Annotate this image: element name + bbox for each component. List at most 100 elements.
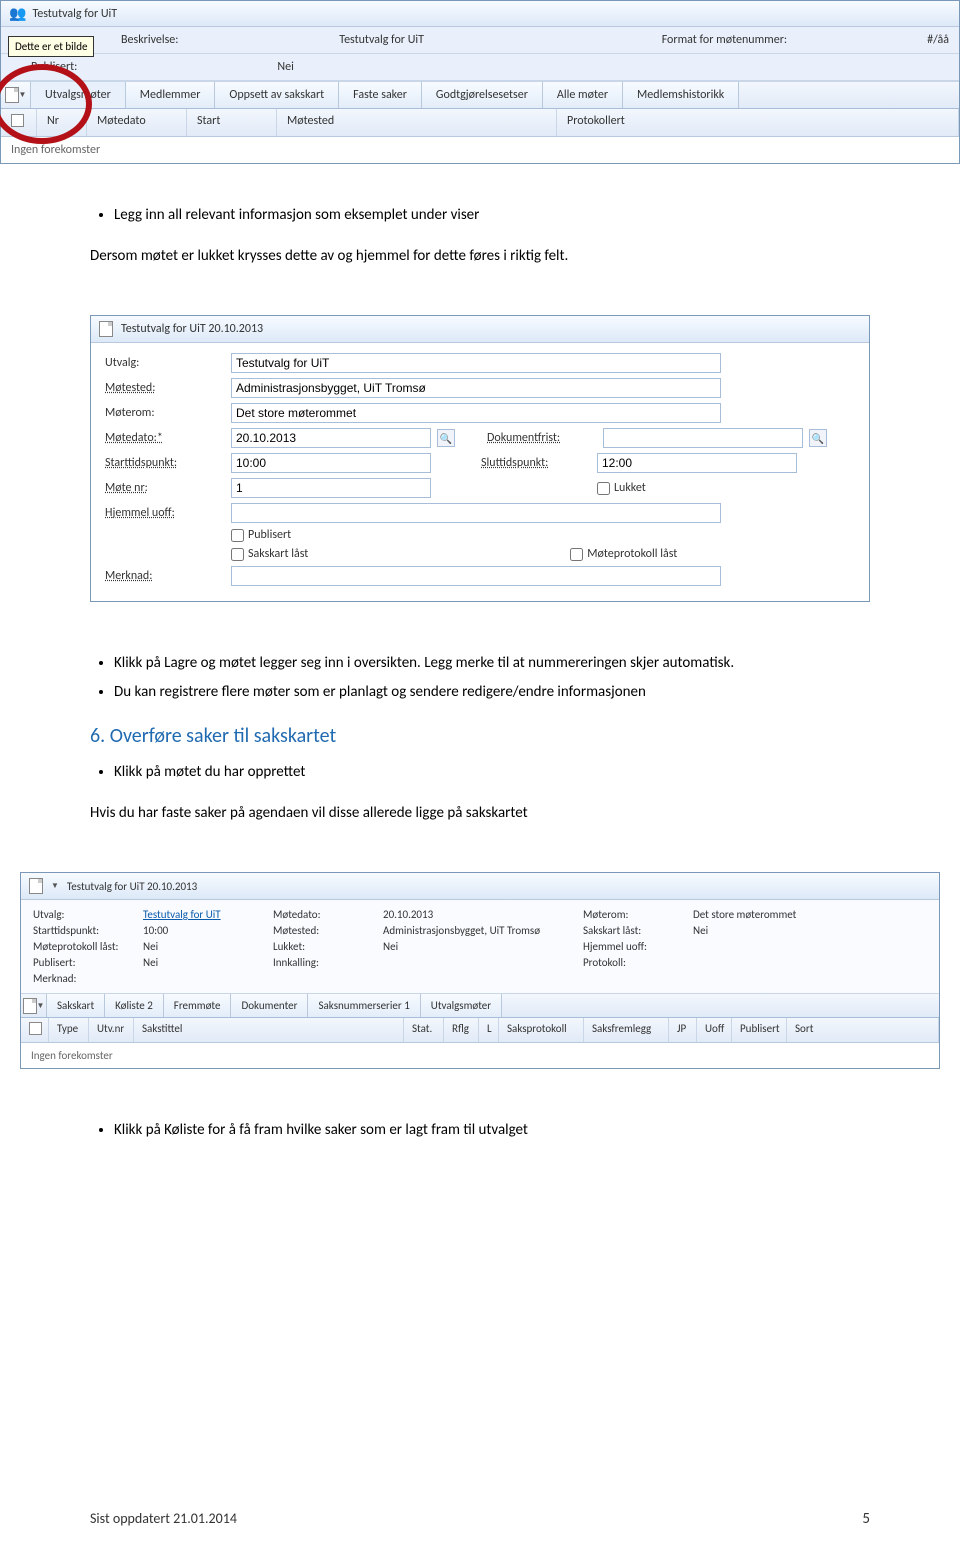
detail-titlebar: ▼ Testutvalg for UiT 20.10.2013 (21, 873, 939, 900)
field-dokumentfrist[interactable] (603, 428, 803, 448)
col-motedato[interactable]: Møtedato (87, 109, 187, 136)
field-utvalg[interactable] (231, 353, 721, 373)
col-saksprotokoll[interactable]: Saksprotokoll (499, 1018, 584, 1042)
footer-updated: Sist oppdatert 21.01.2014 (90, 1510, 237, 1528)
field-motested[interactable] (231, 378, 721, 398)
info-row-2: Publisert: Nei (1, 54, 959, 81)
window-title: Testutvalg for UiT (32, 7, 117, 21)
col-checkbox[interactable] (21, 1018, 49, 1042)
col-saksfremlegg[interactable]: Saksfremlegg (584, 1018, 669, 1042)
col-jp[interactable]: JP (669, 1018, 697, 1042)
tab-sakskart[interactable]: Sakskart (47, 994, 105, 1017)
tab-medlemshistorikk[interactable]: Medlemshistorikk (623, 82, 739, 108)
heading-overfore-saker: 6. Overføre saker til sakskartet (90, 721, 870, 751)
lbl-motedato: Møtedato:* (105, 431, 225, 445)
tab-fremmote[interactable]: Fremmøte (164, 994, 232, 1017)
checkbox-moteprotokolllast[interactable]: Møteprotokoll låst (570, 547, 677, 561)
field-starttidspunkt[interactable] (231, 453, 431, 473)
col-motested[interactable]: Møtested (277, 109, 557, 136)
col-utvnr[interactable]: Utv.nr (89, 1018, 134, 1042)
tab-godtgjorelse[interactable]: Godtgjørelsesetser (422, 82, 543, 108)
page-number: 5 (862, 1510, 870, 1528)
v-utvalg[interactable]: Testutvalg for UiT (143, 908, 273, 921)
format-label: Format for møtenummer: (662, 33, 787, 47)
col-start[interactable]: Start (187, 109, 277, 136)
beskrivelse-value: Testutvalg for UiT (339, 33, 501, 47)
checkbox-lukket[interactable]: Lukket (597, 481, 646, 495)
document-icon (23, 998, 37, 1014)
lbl-dokumentfrist: Dokumentfrist: (487, 431, 597, 445)
lbl-utvalg: Utvalg: (105, 356, 225, 370)
col-rflg[interactable]: Rflg (444, 1018, 479, 1042)
format-value: #/åå (927, 33, 949, 47)
chevron-down-icon: ▼ (37, 1001, 45, 1011)
field-moterom[interactable] (231, 403, 721, 423)
para-faste-saker: Hvis du har faste saker på agendaen vil … (90, 802, 870, 825)
detail-tabbar: ▼ Sakskart Køliste 2 Fremmøte Dokumenter… (21, 994, 939, 1018)
bullet-legg-inn-info: Legg inn all relevant informasjon som ek… (114, 204, 870, 227)
lbl-merknad: Merknad: (105, 569, 225, 583)
tab-utvalgsmoter-d[interactable]: Utvalgsmøter (421, 994, 502, 1017)
v-moterom: Det store møterommet (693, 908, 927, 921)
col-protokollert[interactable]: Protokollert (557, 109, 959, 136)
lbl-sluttidspunkt: Sluttidspunkt: (481, 456, 591, 470)
col-l[interactable]: L (479, 1018, 499, 1042)
tab-medlemmer[interactable]: Medlemmer (126, 82, 216, 108)
field-motenr[interactable] (231, 478, 431, 498)
chevron-down-icon: ▼ (51, 881, 59, 891)
v-sakskartlast: Nei (693, 924, 927, 937)
bullet-klikk-koliste: Klikk på Køliste for å få fram hvilke sa… (114, 1119, 870, 1142)
lbl-motenr: Møte nr: (105, 481, 225, 495)
col-uoff[interactable]: Uoff (697, 1018, 732, 1042)
col-publisert[interactable]: Publisert (732, 1018, 787, 1042)
tab-oppsett-sakskart[interactable]: Oppsett av sakskart (215, 82, 339, 108)
tab-saksnummerserier[interactable]: Saksnummerserier 1 (308, 994, 420, 1017)
form-window-mote: Testutvalg for UiT 20.10.2013 Utvalg: Mø… (90, 315, 870, 602)
checkbox-sakskartlast[interactable]: Sakskart låst (231, 547, 308, 561)
toolbar-new-button[interactable]: ▼ (21, 994, 47, 1017)
field-hjemmel[interactable] (231, 503, 721, 523)
field-motedato[interactable] (231, 428, 431, 448)
k-publisert: Publisert: (33, 956, 143, 969)
search-icon[interactable]: 🔍 (437, 429, 455, 447)
search-icon[interactable]: 🔍 (809, 429, 827, 447)
col-nr[interactable]: Nr (37, 109, 87, 136)
tab-alle-moter[interactable]: Alle møter (543, 82, 623, 108)
checkbox-publisert[interactable]: Publisert (231, 528, 291, 542)
k-motested: Møtested: (273, 924, 383, 937)
col-sort[interactable]: Sort (787, 1018, 939, 1042)
k-moterom: Møterom: (583, 908, 693, 921)
column-header-row: Nr Møtedato Start Møtested Protokollert (1, 109, 959, 137)
col-stat[interactable]: Stat. (404, 1018, 444, 1042)
para-lukket-hjemmel: Dersom møtet er lukket krysses dette av … (90, 245, 870, 268)
people-icon: 👥 (9, 5, 26, 22)
field-sluttidspunkt[interactable] (597, 453, 797, 473)
lbl-moterom: Møterom: (105, 406, 225, 420)
lbl-motested: Møtested: (105, 381, 225, 395)
k-innkalling: Innkalling: (273, 956, 383, 969)
v-merknad (143, 972, 273, 985)
bullet-klikk-motet: Klikk på møtet du har opprettet (114, 761, 870, 784)
col-type[interactable]: Type (49, 1018, 89, 1042)
k-sakskartlast: Sakskart låst: (583, 924, 693, 937)
col-checkbox[interactable] (1, 109, 37, 136)
col-sakstittel[interactable]: Sakstittel (134, 1018, 404, 1042)
detail-window-mote: ▼ Testutvalg for UiT 20.10.2013 Utvalg: … (20, 872, 940, 1069)
bullet-registrere-flere: Du kan registrere flere møter som er pla… (114, 681, 870, 704)
form-titlebar: Testutvalg for UiT 20.10.2013 (91, 316, 869, 343)
tab-dokumenter[interactable]: Dokumenter (231, 994, 308, 1017)
v-innkalling (383, 956, 583, 969)
list-empty-text: Ingen forekomster (1, 137, 959, 163)
window-titlebar: 👥 Testutvalg for UiT (1, 1, 959, 27)
k-hjemmel: Hjemmel uoff: (583, 940, 693, 953)
beskrivelse-label: Beskrivelse: (121, 33, 179, 47)
field-merknad[interactable] (231, 566, 721, 586)
detail-info-grid: Utvalg: Testutvalg for UiT Møtedato: 20.… (21, 900, 939, 994)
app-window-utvalg: 👥 Testutvalg for UiT Beskrivelse: Testut… (0, 0, 960, 164)
v-mplast: Nei (143, 940, 273, 953)
toolbar-new-button[interactable]: ▼ (1, 82, 31, 108)
tab-utvalgsmoter[interactable]: Utvalgsmøter (31, 82, 126, 108)
tab-koliste[interactable]: Køliste 2 (105, 994, 164, 1017)
tab-faste-saker[interactable]: Faste saker (339, 82, 422, 108)
detail-column-header: Type Utv.nr Sakstittel Stat. Rflg L Saks… (21, 1018, 939, 1043)
